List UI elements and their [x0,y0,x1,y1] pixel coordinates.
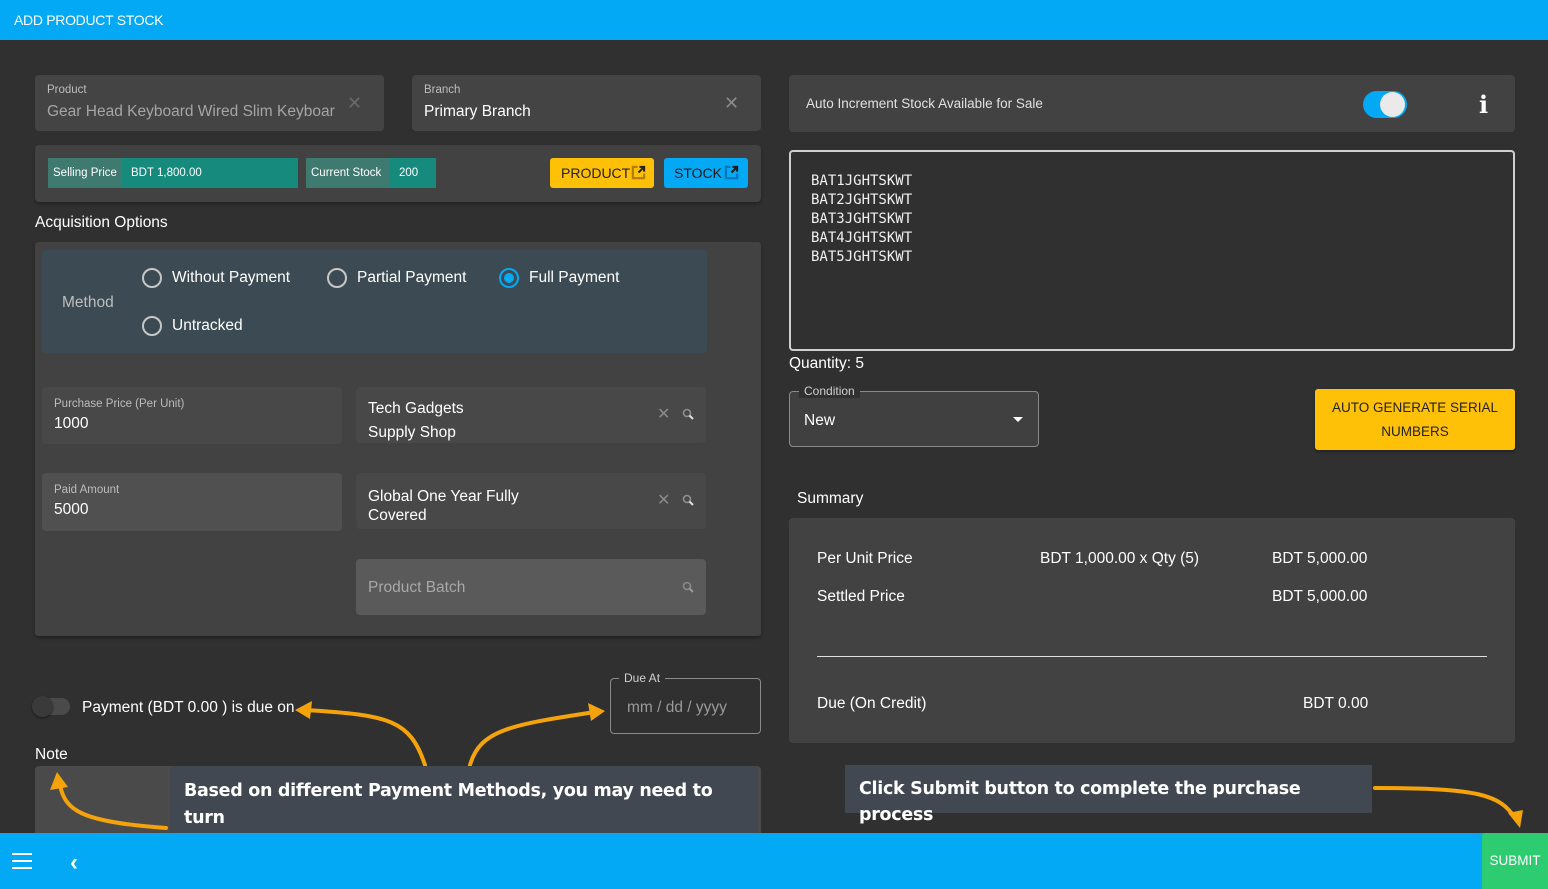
due-on-credit-label: Due (On Credit) [817,695,927,712]
page-title: ADD PRODUCT STOCK [14,12,164,28]
hamburger-menu-icon[interactable] [12,853,32,869]
serial-numbers-textarea[interactable]: BAT1JGHTSKWT BAT2JGHTSKWT BAT3JGHTSKWT B… [789,150,1515,351]
auto-increment-label: Auto Increment Stock Available for Sale [806,96,1043,111]
serial-number: BAT3JGHTSKWT [811,211,913,227]
radio-label: Without Payment [172,269,291,286]
supplier-field[interactable]: Tech Gadgets Supply Shop ✕ [356,387,706,443]
search-batch-icon[interactable] [682,581,694,593]
warranty-line1: Global One Year Fully [368,488,519,505]
radio-label: Partial Payment [357,269,467,286]
note-label: Note [35,746,68,763]
supplier-line2: Supply Shop [368,424,456,441]
product-field-value: Gear Head Keyboard Wired Slim Keyboar [47,103,335,120]
auto-generate-line2: NUMBERS [1381,424,1449,439]
product-link-button[interactable]: PRODUCT [550,158,654,188]
serial-number: BAT4JGHTSKWT [811,230,913,246]
warranty-field[interactable]: Global One Year Fully Covered ✕ [356,473,706,529]
quantity-text: Quantity: 5 [789,355,864,372]
auto-increment-toggle[interactable] [1363,91,1407,118]
warranty-line2: Covered [368,507,427,524]
clear-branch-icon[interactable]: ✕ [724,94,739,112]
arrow-to-submit [1373,786,1517,820]
product-batch-field[interactable]: Product Batch [356,559,706,615]
radio-label: Untracked [172,317,243,334]
submit-callout: Click Submit button to complete the purc… [845,765,1372,825]
summary-title: Summary [797,490,864,507]
app-header: ADD PRODUCT STOCK [0,0,1548,40]
paid-amount-label: Paid Amount [54,484,120,496]
payment-callout: Based on different Payment Methods, you … [170,766,758,882]
submit-button[interactable]: SUBMIT [1482,833,1548,889]
serial-number: BAT5JGHTSKWT [811,249,913,265]
product-batch-placeholder: Product Batch [368,579,466,596]
per-unit-price-total: BDT 5,000.00 [1272,550,1368,567]
purchase-price-value: 1000 [54,415,89,432]
chevron-down-icon [1013,417,1023,422]
radio-full-payment[interactable]: Full Payment [499,268,619,288]
product-field[interactable]: Product Gear Head Keyboard Wired Slim Ke… [35,75,384,131]
payment-method-group [42,250,707,353]
branch-field-label: Branch [424,84,461,96]
purchase-price-label: Purchase Price (Per Unit) [54,398,185,410]
arrowhead [295,701,312,719]
clear-supplier-icon[interactable]: ✕ [657,407,670,423]
arrowhead [1508,810,1523,828]
clear-warranty-icon[interactable]: ✕ [657,493,670,509]
info-icon[interactable]: i [1479,90,1488,119]
selling-price-value: BDT 1,800.00 [122,158,298,188]
due-on-credit-value: BDT 0.00 [1303,695,1369,712]
stock-button-label: STOCK [674,165,722,181]
purchase-price-input[interactable]: Purchase Price (Per Unit) 1000 [42,387,342,444]
arrow-to-due-date [468,710,597,767]
summary-divider [817,656,1487,657]
auto-generate-serials-button[interactable]: AUTO GENERATE SERIAL NUMBERS [1315,389,1515,450]
clear-product-icon[interactable]: ✕ [347,94,362,112]
arrow-to-toggle [303,708,427,767]
settled-price-label: Settled Price [817,588,905,605]
radio-unchecked-icon [142,316,162,336]
back-chevron-icon[interactable]: ‹ [70,849,78,877]
paid-amount-value: 5000 [54,501,89,518]
search-warranty-icon[interactable] [682,494,694,506]
method-label: Method [62,294,114,311]
arrowhead [588,703,605,721]
radio-without-payment[interactable]: Without Payment [142,268,290,288]
auto-generate-line1: AUTO GENERATE SERIAL [1331,400,1499,415]
external-link-icon [631,165,646,180]
condition-label: Condition [799,384,860,398]
due-date-placeholder: mm / dd / yyyy [627,699,727,716]
payment-callout-line1: Based on different Payment Methods, you … [184,781,713,828]
supplier-line1: Tech Gadgets [368,400,464,417]
due-date-input[interactable]: Due At mm / dd / yyyy [610,671,761,734]
condition-select[interactable]: Condition New [789,384,1039,447]
product-field-label: Product [47,84,87,96]
selling-price-label: Selling Price [48,158,122,188]
serial-number: BAT2JGHTSKWT [811,192,913,208]
radio-label: Full Payment [529,269,620,286]
search-supplier-icon[interactable] [682,408,694,420]
bottom-toolbar [0,833,1548,889]
radio-untracked[interactable]: Untracked [142,316,243,336]
condition-value: New [804,412,836,429]
stock-link-button[interactable]: STOCK [664,158,748,188]
current-stock-label: Current Stock [306,158,390,188]
per-unit-price-label: Per Unit Price [817,550,913,567]
due-at-label: Due At [619,671,666,685]
radio-partial-payment[interactable]: Partial Payment [327,268,466,288]
radio-unchecked-icon [327,268,347,288]
settled-price-value: BDT 5,000.00 [1272,588,1368,605]
radio-unchecked-icon [142,268,162,288]
acquisition-options-title: Acquisition Options [35,214,168,231]
external-link-icon [724,165,739,180]
serial-number: BAT1JGHTSKWT [811,173,913,189]
current-stock-value: 200 [390,158,436,188]
branch-field[interactable]: Branch Primary Branch ✕ [412,75,761,131]
product-button-label: PRODUCT [561,165,631,181]
paid-amount-input[interactable]: Paid Amount 5000 [42,473,342,531]
branch-field-value: Primary Branch [424,103,531,120]
payment-due-text: Payment (BDT 0.00 ) is due on [82,699,295,716]
payment-due-toggle[interactable] [32,696,70,717]
per-unit-price-calc: BDT 1,000.00 x Qty (5) [1040,550,1200,567]
radio-checked-icon [499,268,519,288]
